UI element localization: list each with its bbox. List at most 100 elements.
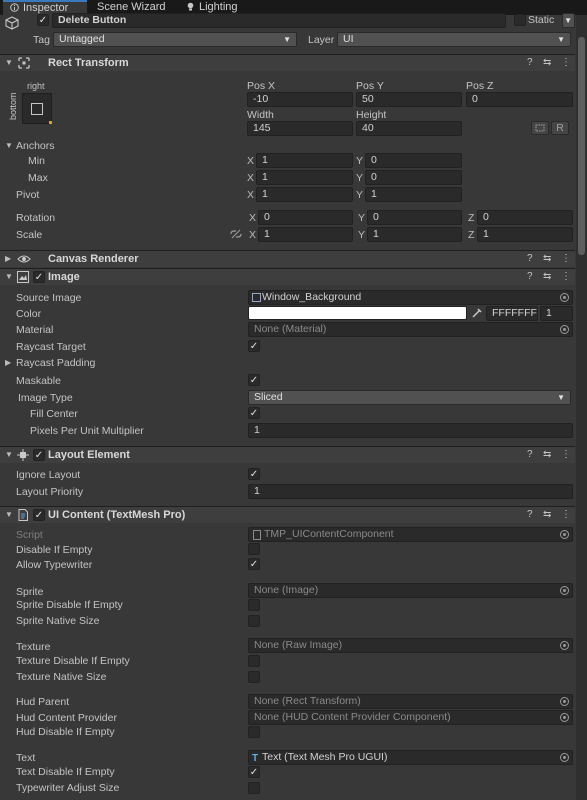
- menu-icon[interactable]: ⋮: [561, 508, 571, 522]
- constrain-proportions-icon[interactable]: [230, 229, 242, 239]
- presets-icon[interactable]: ⇆: [543, 508, 551, 522]
- help-icon[interactable]: ?: [527, 508, 533, 522]
- foldout-arrow-icon[interactable]: ▼: [5, 56, 13, 70]
- image-type-dropdown[interactable]: Sliced ▼: [248, 390, 571, 405]
- scrollbar-thumb[interactable]: [578, 37, 585, 255]
- anchor-max-y-field[interactable]: 0: [365, 170, 462, 185]
- scale-z-field[interactable]: 1: [477, 227, 573, 242]
- hud-disable-checkbox[interactable]: [248, 726, 260, 738]
- sprite-disable-checkbox[interactable]: [248, 599, 260, 611]
- sprite-field[interactable]: None (Image): [248, 583, 573, 598]
- color-swatch[interactable]: [248, 306, 467, 320]
- pivot-x-field[interactable]: 1: [256, 187, 353, 202]
- foldout-arrow-icon[interactable]: ▶: [5, 252, 11, 266]
- layer-dropdown[interactable]: UI ▼: [337, 32, 571, 47]
- anchor-preset-button[interactable]: [22, 93, 52, 124]
- eyedropper-icon[interactable]: [470, 306, 484, 320]
- source-image-field[interactable]: Window_Background: [248, 290, 573, 305]
- allow-typewriter-checkbox[interactable]: ✓: [248, 558, 260, 570]
- presets-icon[interactable]: ⇆: [543, 270, 551, 284]
- object-picker-icon[interactable]: [560, 697, 569, 706]
- pos-y-field[interactable]: 50: [356, 92, 462, 107]
- script-icon: [17, 509, 29, 521]
- object-picker-icon[interactable]: [560, 753, 569, 762]
- blueprint-mode-button[interactable]: [531, 121, 549, 135]
- layout-priority-field[interactable]: 1: [248, 484, 573, 499]
- sprite-native-checkbox[interactable]: [248, 615, 260, 627]
- canvas-renderer-header[interactable]: ▶ Canvas Renderer ? ⇆ ⋮: [0, 250, 575, 267]
- color-hex-field[interactable]: FFFFFFFF: [486, 306, 538, 321]
- anchor-min-y-field[interactable]: 0: [365, 153, 462, 168]
- axis-x-label: X: [247, 189, 255, 201]
- object-picker-icon[interactable]: [560, 713, 569, 722]
- material-field[interactable]: None (Material): [248, 322, 573, 337]
- presets-icon[interactable]: ⇆: [543, 56, 551, 70]
- raycast-padding-label[interactable]: Raycast Padding: [16, 356, 95, 370]
- menu-icon[interactable]: ⋮: [561, 270, 571, 284]
- inspector-scrollbar[interactable]: [576, 15, 587, 800]
- object-picker-icon[interactable]: [560, 325, 569, 334]
- anchor-max-x-field[interactable]: 1: [256, 170, 353, 185]
- static-label: Static: [528, 14, 555, 26]
- ppu-field[interactable]: 1: [248, 423, 573, 438]
- help-icon[interactable]: ?: [527, 270, 533, 284]
- static-checkbox[interactable]: [514, 14, 526, 26]
- static-dropdown[interactable]: ▼: [562, 13, 575, 28]
- object-picker-icon[interactable]: [560, 586, 569, 595]
- text-field[interactable]: T Text (Text Mesh Pro UGUI): [248, 750, 573, 765]
- axis-z-label: Z: [468, 229, 475, 241]
- allow-typewriter-label: Allow Typewriter: [16, 559, 93, 571]
- foldout-arrow-icon[interactable]: ▼: [5, 508, 13, 522]
- rotation-z-field[interactable]: 0: [477, 210, 573, 225]
- text-disable-checkbox[interactable]: ✓: [248, 766, 260, 778]
- menu-icon[interactable]: ⋮: [561, 252, 571, 266]
- menu-icon[interactable]: ⋮: [561, 448, 571, 462]
- rotation-x-field[interactable]: 0: [258, 210, 353, 225]
- image-enabled-checkbox[interactable]: ✓: [33, 271, 45, 283]
- foldout-arrow-icon[interactable]: ▼: [5, 448, 13, 462]
- pivot-y-field[interactable]: 1: [365, 187, 462, 202]
- layout-element-header[interactable]: ▼ ✓ Layout Element ? ⇆ ⋮: [0, 446, 575, 463]
- gameobject-active-checkbox[interactable]: ✓: [37, 14, 49, 26]
- anchors-foldout-icon[interactable]: ▼: [5, 139, 13, 153]
- texture-disable-checkbox[interactable]: [248, 655, 260, 667]
- texture-field[interactable]: None (Raw Image): [248, 638, 573, 653]
- object-picker-icon[interactable]: [560, 641, 569, 650]
- raycast-padding-foldout-icon[interactable]: ▶: [5, 356, 11, 370]
- ignore-layout-checkbox[interactable]: ✓: [248, 468, 260, 480]
- image-header[interactable]: ▼ ✓ Image ? ⇆ ⋮: [0, 268, 575, 285]
- hud-parent-field[interactable]: None (Rect Transform): [248, 694, 573, 709]
- scale-x-field[interactable]: 1: [258, 227, 353, 242]
- hud-provider-field[interactable]: None (HUD Content Provider Component): [248, 710, 573, 725]
- scale-y-field[interactable]: 1: [367, 227, 462, 242]
- ui-content-enabled-checkbox[interactable]: ✓: [33, 509, 45, 521]
- help-icon[interactable]: ?: [527, 448, 533, 462]
- presets-icon[interactable]: ⇆: [543, 252, 551, 266]
- gameobject-name-field[interactable]: Delete Button: [52, 13, 506, 28]
- layout-element-enabled-checkbox[interactable]: ✓: [33, 449, 45, 461]
- raw-edit-button[interactable]: R: [551, 121, 569, 135]
- width-field[interactable]: 145: [247, 121, 353, 136]
- presets-icon[interactable]: ⇆: [543, 448, 551, 462]
- object-picker-icon[interactable]: [560, 293, 569, 302]
- height-field[interactable]: 40: [356, 121, 462, 136]
- help-icon[interactable]: ?: [527, 56, 533, 70]
- ui-content-header[interactable]: ▼ ✓ UI Content (TextMesh Pro) ? ⇆ ⋮: [0, 506, 575, 523]
- rotation-y-field[interactable]: 0: [367, 210, 462, 225]
- tag-dropdown[interactable]: Untagged ▼: [53, 32, 297, 47]
- texture-native-checkbox[interactable]: [248, 671, 260, 683]
- disable-if-empty-checkbox[interactable]: [248, 543, 260, 555]
- image-type-value: Sliced: [254, 391, 283, 403]
- color-alpha-field[interactable]: 1: [540, 306, 573, 321]
- pos-x-field[interactable]: -10: [247, 92, 353, 107]
- typewriter-adjust-checkbox[interactable]: [248, 782, 260, 794]
- raycast-target-checkbox[interactable]: ✓: [248, 340, 260, 352]
- foldout-arrow-icon[interactable]: ▼: [5, 270, 13, 284]
- anchor-min-x-field[interactable]: 1: [256, 153, 353, 168]
- help-icon[interactable]: ?: [527, 252, 533, 266]
- maskable-checkbox[interactable]: ✓: [248, 374, 260, 386]
- menu-icon[interactable]: ⋮: [561, 56, 571, 70]
- fill-center-checkbox[interactable]: ✓: [248, 407, 260, 419]
- pos-z-field[interactable]: 0: [466, 92, 573, 107]
- rect-transform-header[interactable]: ▼ Rect Transform ? ⇆ ⋮: [0, 54, 575, 71]
